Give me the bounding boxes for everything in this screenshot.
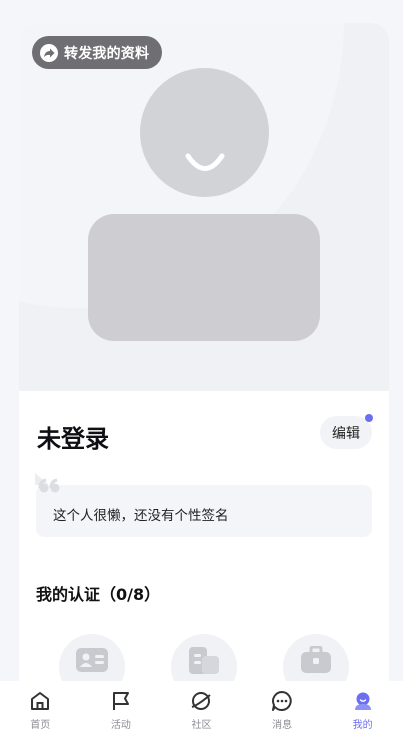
tab-mine[interactable]: 我的 [322,681,403,735]
avatar-smile [185,153,225,171]
notification-dot [365,414,373,422]
tab-community-label: 社区 [191,720,212,731]
tab-mine-label: 我的 [352,720,373,731]
edit-button[interactable]: 编辑 [320,416,372,449]
avatar-head [140,68,269,197]
tab-messages-label: 消息 [272,720,293,731]
share-profile-button[interactable]: 转发我的资料 [32,36,163,69]
tab-activity[interactable]: 活动 [81,681,162,735]
profile-icon [354,692,371,710]
chat-icon [272,691,292,711]
quote-icon [35,473,60,493]
home-icon [31,692,50,710]
profile-cover: 转发我的资料 [19,23,389,391]
tab-home-label: 首页 [30,720,51,731]
avatar-body [88,214,320,341]
user-name: 未登录 [37,425,109,453]
share-icon [40,43,58,62]
bottom-tab-bar: 首页 活动 社区 消息 我的 [0,681,403,735]
certification-title: 我的认证（0/8） [36,585,161,604]
profile-card: 转发我的资料 未登录 编辑 这个人很懒，还没有个性签名 我的认证（0/8） [19,23,389,723]
tab-home[interactable]: 首页 [0,681,81,735]
signature-text: 这个人很懒，还没有个性签名 [53,508,229,524]
share-label: 转发我的资料 [64,45,150,62]
profile-page: 转发我的资料 未登录 编辑 这个人很懒，还没有个性签名 我的认证（0/8） 首页… [0,0,403,735]
tab-messages[interactable]: 消息 [242,681,323,735]
planet-icon [192,692,212,710]
flag-icon [112,692,129,710]
briefcase-icon [301,646,331,673]
building-icon [189,647,219,674]
tab-community[interactable]: 社区 [161,681,242,735]
id-card-icon [76,648,108,672]
tab-activity-label: 活动 [110,720,131,731]
